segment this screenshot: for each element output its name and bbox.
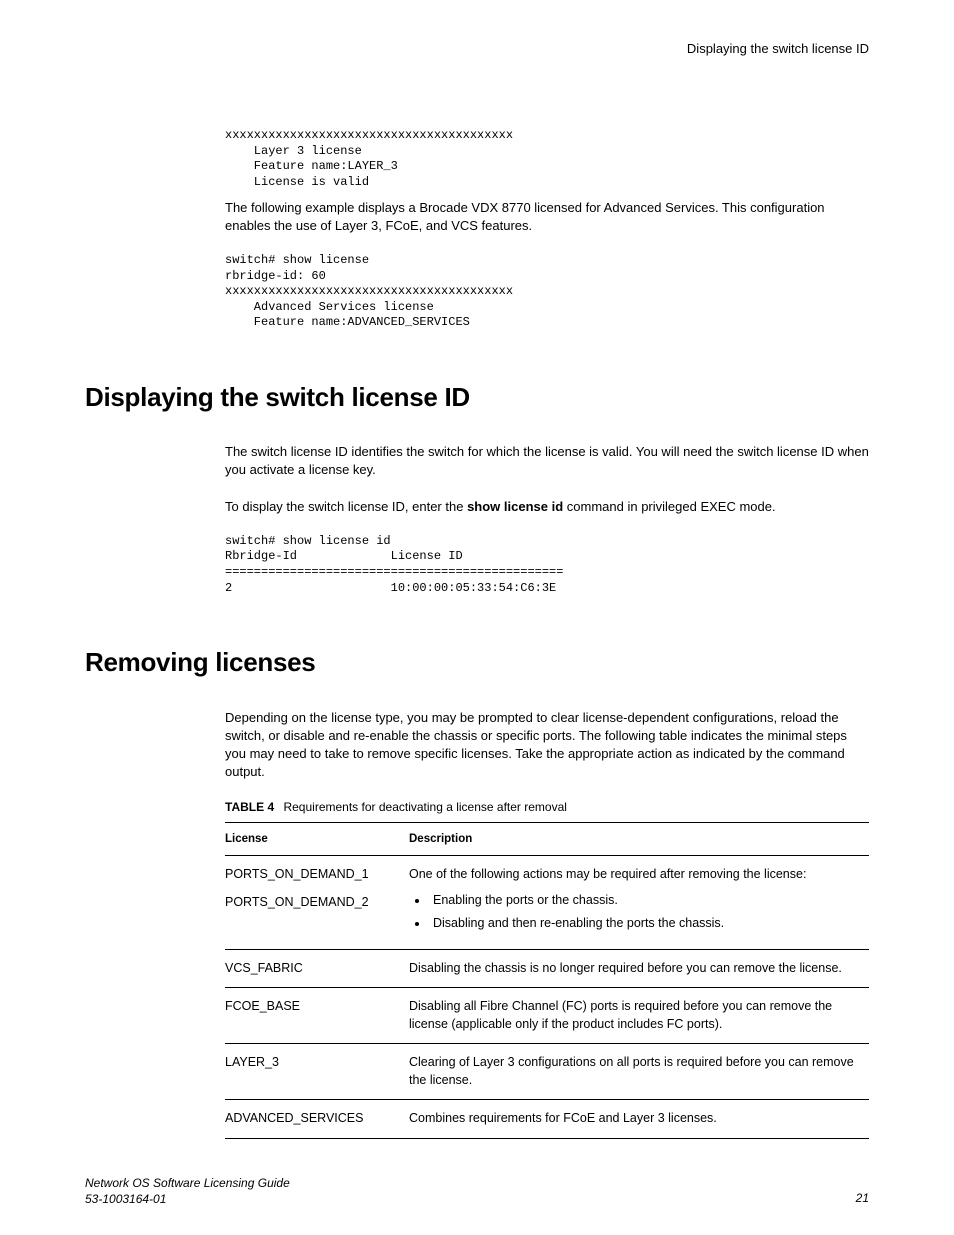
table-row: PORTS_ON_DEMAND_1 PORTS_ON_DEMAND_2 One …: [225, 856, 869, 950]
heading-display-license-id: Displaying the switch license ID: [85, 379, 869, 415]
footer-left: Network OS Software Licensing Guide 53-1…: [85, 1175, 290, 1207]
description-cell: One of the following actions may be requ…: [409, 856, 869, 950]
table-label: TABLE 4: [225, 800, 274, 814]
list-item: Enabling the ports or the chassis.: [429, 890, 865, 914]
command-name: show license id: [467, 499, 563, 514]
code-block-license-id: switch# show license id Rbridge-Id Licen…: [225, 534, 869, 596]
content-block: xxxxxxxxxxxxxxxxxxxxxxxxxxxxxxxxxxxxxxxx…: [225, 128, 869, 331]
license-name: PORTS_ON_DEMAND_2: [225, 894, 405, 912]
license-cell: PORTS_ON_DEMAND_1 PORTS_ON_DEMAND_2: [225, 856, 409, 950]
description-cell: Combines requirements for FCoE and Layer…: [409, 1100, 869, 1139]
table-row: FCOE_BASE Disabling all Fibre Channel (F…: [225, 988, 869, 1044]
description-cell: Disabling all Fibre Channel (FC) ports i…: [409, 988, 869, 1044]
paragraph: Depending on the license type, you may b…: [225, 709, 869, 782]
paragraph: The following example displays a Brocade…: [225, 199, 869, 235]
running-header: Displaying the switch license ID: [85, 40, 869, 58]
content-block: Depending on the license type, you may b…: [225, 709, 869, 1139]
table-row: VCS_FABRIC Disabling the chassis is no l…: [225, 949, 869, 988]
table-row: ADVANCED_SERVICES Combines requirements …: [225, 1100, 869, 1139]
code-block-advanced: switch# show license rbridge-id: 60 xxxx…: [225, 253, 869, 331]
list-item: Disabling and then re-enabling the ports…: [429, 913, 865, 937]
page-container: Displaying the switch license ID xxxxxxx…: [0, 0, 954, 1235]
page-footer: Network OS Software Licensing Guide 53-1…: [85, 1175, 869, 1207]
text-line: One of the following actions may be requ…: [409, 866, 865, 884]
doc-title: Network OS Software Licensing Guide: [85, 1175, 290, 1191]
text-fragment: command in privileged EXEC mode.: [563, 499, 775, 514]
description-cell: Disabling the chassis is no longer requi…: [409, 949, 869, 988]
license-name: PORTS_ON_DEMAND_1: [225, 866, 405, 884]
doc-number: 53-1003164-01: [85, 1191, 290, 1207]
license-cell: FCOE_BASE: [225, 988, 409, 1044]
code-block-layer3: xxxxxxxxxxxxxxxxxxxxxxxxxxxxxxxxxxxxxxxx…: [225, 128, 869, 190]
table-header-row: License Description: [225, 823, 869, 856]
description-cell: Clearing of Layer 3 configurations on al…: [409, 1044, 869, 1100]
license-cell: ADVANCED_SERVICES: [225, 1100, 409, 1139]
paragraph: The switch license ID identifies the swi…: [225, 443, 869, 479]
license-cell: VCS_FABRIC: [225, 949, 409, 988]
license-requirements-table: License Description PORTS_ON_DEMAND_1 PO…: [225, 822, 869, 1139]
table-caption: TABLE 4 Requirements for deactivating a …: [225, 799, 869, 816]
bullet-list: Enabling the ports or the chassis. Disab…: [409, 890, 865, 937]
table-row: LAYER_3 Clearing of Layer 3 configuratio…: [225, 1044, 869, 1100]
license-cell: LAYER_3: [225, 1044, 409, 1100]
page-number: 21: [856, 1190, 869, 1207]
col-header-description: Description: [409, 823, 869, 856]
content-block: The switch license ID identifies the swi…: [225, 443, 869, 596]
col-header-license: License: [225, 823, 409, 856]
heading-removing-licenses: Removing licenses: [85, 644, 869, 680]
table-title: Requirements for deactivating a license …: [283, 800, 566, 814]
text-fragment: To display the switch license ID, enter …: [225, 499, 467, 514]
paragraph: To display the switch license ID, enter …: [225, 498, 869, 516]
